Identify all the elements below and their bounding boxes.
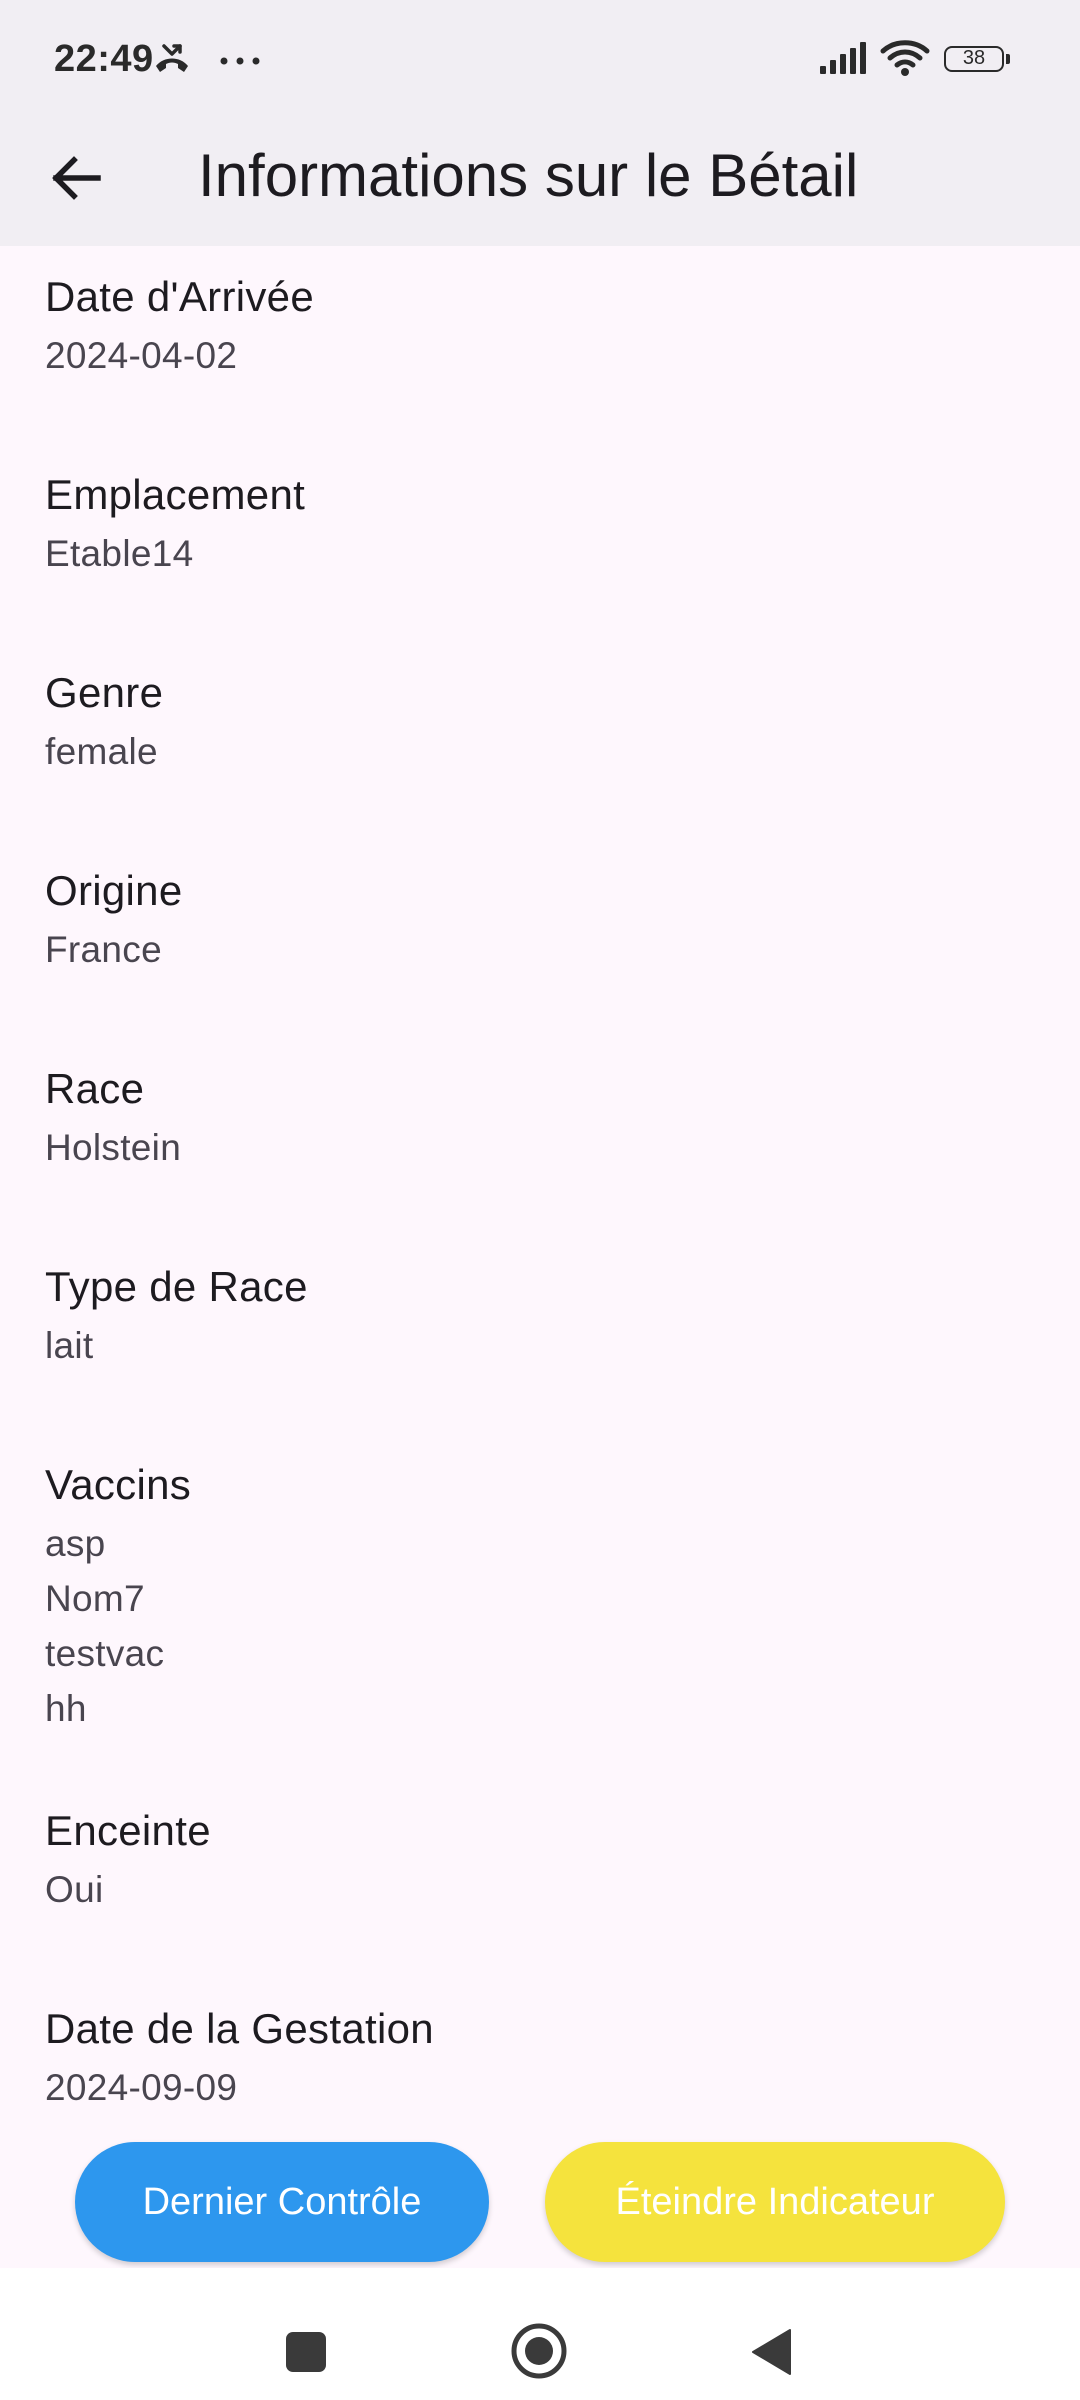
field-label: Race	[45, 1065, 145, 1112]
wifi-icon	[880, 40, 930, 76]
field-value: Holstein	[45, 1127, 182, 1168]
battery-level: 38	[944, 46, 1004, 72]
vaccine-item: hh	[45, 1688, 87, 1729]
back-button[interactable]	[42, 142, 114, 214]
arrow-left-icon	[52, 156, 101, 200]
status-bar: 22:49 38	[0, 0, 1080, 120]
vaccine-item: asp	[45, 1523, 106, 1564]
field-value: female	[45, 731, 158, 772]
page-title: Informations sur le Bétail	[198, 142, 859, 209]
battery-tip	[1006, 54, 1010, 64]
field-origine: Origine France	[45, 860, 1035, 977]
field-value: 2024-04-02	[45, 335, 238, 376]
battery-icon: 38	[944, 46, 1012, 76]
top-area: 22:49 38 Informations sur le Bétail	[0, 0, 1080, 246]
home-circle-icon[interactable]	[510, 2322, 568, 2380]
recents-square-icon[interactable]	[286, 2332, 326, 2372]
field-genre: Genre female	[45, 662, 1035, 779]
field-value: 2024-09-09	[45, 2067, 238, 2108]
field-label: Date de la Gestation	[45, 2005, 434, 2052]
missed-call-icon	[156, 44, 188, 72]
field-type-race: Type de Race lait	[45, 1256, 1035, 1373]
app-bar: Informations sur le Bétail	[0, 120, 1080, 246]
vaccine-item: Nom7	[45, 1578, 145, 1619]
field-label: Enceinte	[45, 1807, 211, 1854]
field-enceinte: Enceinte Oui	[45, 1800, 1035, 1917]
back-triangle-icon[interactable]	[750, 2328, 792, 2376]
dernier-controle-button[interactable]: Dernier Contrôle	[75, 2142, 489, 2262]
eteindre-indicateur-button[interactable]: Éteindre Indicateur	[545, 2142, 1005, 2262]
status-time: 22:49	[54, 38, 154, 80]
field-label: Type de Race	[45, 1263, 308, 1310]
field-value: France	[45, 929, 162, 970]
system-nav-bar	[0, 2268, 1080, 2400]
field-value: Etable14	[45, 533, 194, 574]
field-vaccins: Vaccins asp Nom7 testvac hh	[45, 1454, 1035, 1736]
field-value: Oui	[45, 1869, 104, 1910]
field-label: Origine	[45, 867, 183, 914]
field-label: Vaccins	[45, 1461, 192, 1508]
more-dots-icon	[220, 57, 260, 65]
signal-icon	[820, 42, 866, 74]
field-date-arrivee: Date d'Arrivée 2024-04-02	[45, 266, 1035, 383]
field-label: Emplacement	[45, 471, 306, 518]
field-emplacement: Emplacement Etable14	[45, 464, 1035, 581]
field-label: Genre	[45, 669, 164, 716]
field-race: Race Holstein	[45, 1058, 1035, 1175]
vaccine-item: testvac	[45, 1633, 165, 1674]
field-value: lait	[45, 1325, 94, 1366]
field-date-gestation: Date de la Gestation 2024-09-09	[45, 1998, 1035, 2115]
field-label: Date d'Arrivée	[45, 273, 314, 320]
